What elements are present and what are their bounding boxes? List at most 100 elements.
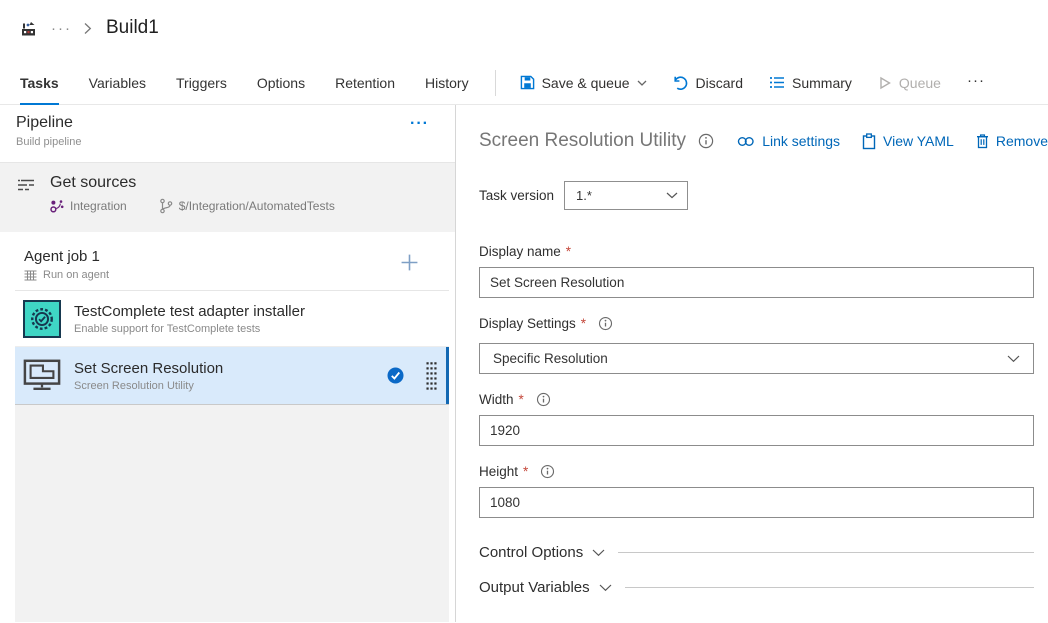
section-divider	[625, 587, 1034, 588]
info-icon[interactable]	[540, 464, 555, 479]
section-divider	[618, 552, 1034, 553]
page-title: Build1	[106, 17, 159, 39]
build-definition-icon	[20, 20, 37, 37]
control-options-label: Control Options	[479, 544, 583, 561]
chevron-down-icon	[592, 549, 605, 557]
section-gap	[0, 232, 455, 240]
pipeline-header: Pipeline Build pipeline ···	[0, 105, 455, 163]
tab-triggers[interactable]: Triggers	[176, 75, 227, 104]
repo-path: $/Integration/AutomatedTests	[179, 199, 335, 213]
remove-button[interactable]: Remove	[976, 133, 1048, 150]
task-settings-form: Display name * Display Settings *	[479, 244, 1034, 518]
chevron-down-icon	[1007, 355, 1020, 363]
pipeline-title: Pipeline	[16, 114, 439, 132]
summary-label: Summary	[792, 75, 852, 91]
task-settings-panel: Screen Resolution Utility Link settings	[456, 105, 1048, 622]
repo-path-wrap: $/Integration/AutomatedTests	[159, 198, 335, 214]
queue-button[interactable]: Queue	[878, 75, 941, 91]
task-version-label: Task version	[479, 188, 554, 203]
drag-handle[interactable]	[426, 359, 437, 393]
get-sources-title: Get sources	[50, 174, 335, 192]
info-icon[interactable]	[598, 316, 613, 331]
save-queue-label: Save & queue	[542, 75, 630, 91]
panel-header: Screen Resolution Utility Link settings	[479, 127, 1048, 155]
link-settings-label: Link settings	[762, 133, 840, 149]
task-item-set-screen-resolution[interactable]: Set Screen Resolution Screen Resolution …	[15, 347, 449, 404]
task-text: Set Screen Resolution Screen Resolution …	[74, 360, 223, 392]
height-input[interactable]	[479, 487, 1034, 518]
top-header: ··· Build1	[0, 0, 1048, 56]
display-settings-label: Display Settings	[479, 316, 576, 331]
save-queue-button[interactable]: Save & queue	[520, 75, 647, 91]
chevron-down-icon	[599, 584, 612, 592]
toolbar: Save & queue Discard Summary Queue ···	[520, 72, 985, 104]
screen-resolution-task-icon	[23, 358, 61, 394]
height-label: Height	[479, 464, 518, 479]
selected-check-icon	[387, 367, 404, 384]
output-variables-section[interactable]: Output Variables	[479, 579, 1034, 596]
tab-options[interactable]: Options	[257, 75, 305, 104]
tabs: Tasks Variables Triggers Options Retenti…	[20, 75, 469, 104]
display-settings-value: Specific Resolution	[493, 351, 608, 366]
branch-icon	[159, 198, 173, 214]
task-text: TestComplete test adapter installer Enab…	[74, 303, 305, 335]
agent-icon	[24, 270, 37, 281]
breadcrumb-chevron-icon	[84, 22, 92, 35]
required-mark: *	[519, 392, 524, 407]
width-label: Width	[479, 392, 514, 407]
discard-label: Discard	[696, 75, 743, 91]
task-version-select[interactable]: 1.*	[564, 181, 688, 210]
required-mark: *	[581, 316, 586, 331]
get-sources-content: Get sources Integration	[50, 174, 335, 232]
remove-label: Remove	[996, 133, 1048, 149]
link-settings-button[interactable]: Link settings	[737, 133, 840, 150]
agent-job-header[interactable]: Agent job 1 Run on agent	[15, 240, 449, 291]
add-task-button[interactable]	[400, 253, 419, 277]
tab-variables[interactable]: Variables	[89, 75, 146, 104]
pipeline-more-button[interactable]: ···	[410, 115, 429, 133]
summary-button[interactable]: Summary	[769, 75, 852, 91]
display-settings-select[interactable]: Specific Resolution	[479, 343, 1034, 374]
toolbar-more-button[interactable]: ···	[967, 72, 985, 93]
agent-job-details: Run on agent	[24, 269, 439, 281]
task-version-row: Task version 1.*	[479, 181, 1034, 210]
view-yaml-button[interactable]: View YAML	[862, 133, 954, 150]
discard-button[interactable]: Discard	[673, 75, 743, 91]
display-name-input[interactable]	[479, 267, 1034, 298]
get-sources-item[interactable]: Get sources Integration	[0, 163, 455, 232]
pipeline-subtitle: Build pipeline	[16, 136, 439, 148]
required-mark: *	[523, 464, 528, 479]
clipboard-icon	[862, 133, 876, 150]
info-icon[interactable]	[698, 133, 714, 149]
view-yaml-label: View YAML	[883, 133, 954, 149]
task-item-testcomplete[interactable]: TestComplete test adapter installer Enab…	[15, 291, 449, 347]
tab-toolbar-row: Tasks Variables Triggers Options Retenti…	[0, 56, 1048, 105]
agent-job-section: Agent job 1 Run on agent	[15, 240, 449, 622]
tab-retention[interactable]: Retention	[335, 75, 395, 104]
task-title: Set Screen Resolution	[74, 360, 223, 377]
panel-title: Screen Resolution Utility	[479, 130, 686, 152]
info-icon[interactable]	[536, 392, 551, 407]
pipeline-sidebar: Pipeline Build pipeline ··· Get sources	[0, 105, 456, 622]
queue-label: Queue	[899, 75, 941, 91]
tfvc-repo-icon	[50, 199, 64, 213]
tab-tasks[interactable]: Tasks	[20, 75, 59, 105]
tab-history[interactable]: History	[425, 75, 469, 104]
control-options-section[interactable]: Control Options	[479, 544, 1034, 561]
panel-links: Link settings View YAML Remove	[737, 133, 1048, 150]
plus-icon	[400, 253, 419, 272]
link-icon	[737, 135, 755, 148]
display-settings-group: Display Settings * Specific Resolution	[479, 316, 1034, 374]
list-icon	[769, 75, 785, 90]
output-variables-label: Output Variables	[479, 579, 590, 596]
toolbar-divider	[495, 70, 496, 96]
display-name-group: Display name *	[479, 244, 1034, 298]
width-input[interactable]	[479, 415, 1034, 446]
get-sources-details: Integration $/Integration/AutomatedTests	[50, 198, 335, 214]
agent-job-subtitle: Run on agent	[43, 269, 109, 281]
required-mark: *	[566, 244, 571, 259]
chevron-down-icon	[666, 192, 678, 199]
display-name-label: Display name	[479, 244, 561, 259]
task-list-empty-area	[15, 404, 449, 622]
breadcrumb-more-button[interactable]: ···	[51, 20, 72, 37]
